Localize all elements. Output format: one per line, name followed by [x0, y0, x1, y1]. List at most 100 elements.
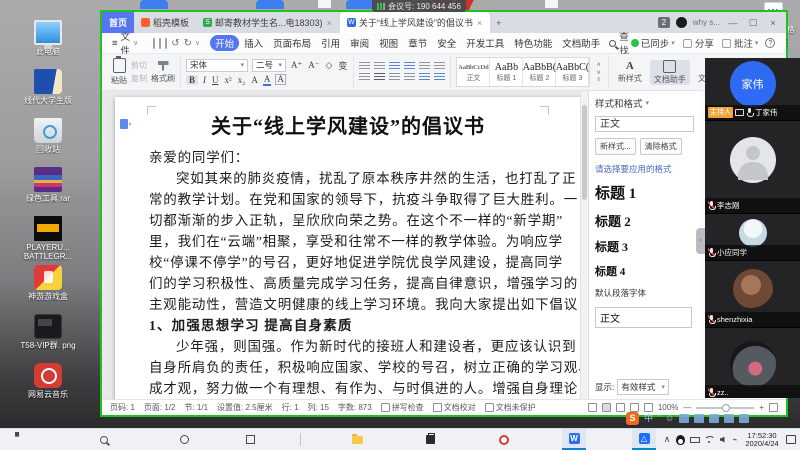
- participant-tile[interactable]: 家伟 主持人 丁家伟: [705, 58, 800, 120]
- sogou-icon[interactable]: S: [626, 412, 639, 425]
- voice-input-icon[interactable]: [679, 414, 689, 423]
- task-view-button[interactable]: [238, 429, 262, 450]
- bold-button[interactable]: B: [186, 75, 198, 85]
- notification-badge[interactable]: 2: [658, 17, 670, 28]
- cut-button[interactable]: 剪切: [131, 60, 147, 71]
- gallery-more-icon[interactable]: ≡: [596, 77, 600, 83]
- indent-increase-icon[interactable]: [404, 62, 415, 71]
- align-left-icon[interactable]: [359, 73, 370, 82]
- style-list-item[interactable]: 标题 3: [595, 238, 694, 255]
- clear-format-button[interactable]: 清除格式: [640, 138, 682, 155]
- soft-keyboard-icon[interactable]: [694, 414, 704, 423]
- help-icon[interactable]: ?: [765, 38, 775, 48]
- desktop-icon[interactable]: 神游游戏盒: [4, 265, 92, 310]
- menu-item[interactable]: 章节: [403, 35, 432, 51]
- indent-decrease-icon[interactable]: [389, 62, 400, 71]
- menu-item[interactable]: 文档助手: [557, 35, 605, 51]
- show-marks-icon[interactable]: [434, 62, 445, 71]
- status-tool-button[interactable]: 文档校对: [433, 402, 476, 413]
- style-list-item[interactable]: 标题 2: [595, 211, 694, 230]
- status-tool-button[interactable]: 文档未保护: [485, 402, 536, 413]
- share-button[interactable]: 分享: [682, 36, 714, 50]
- font-name-select[interactable]: 宋体 ▾: [186, 59, 248, 72]
- chevron-down-icon[interactable]: ▾: [646, 99, 650, 107]
- start-button[interactable]: [10, 429, 34, 450]
- sort-icon[interactable]: [419, 62, 430, 71]
- store-button[interactable]: [418, 429, 442, 450]
- browser-app-button[interactable]: [492, 429, 516, 450]
- taskbar-clock[interactable]: 17:52:30 2020/4/24: [742, 429, 782, 450]
- desktop-icon[interactable]: 线代大学生版: [4, 69, 92, 114]
- underline-button[interactable]: U: [211, 75, 220, 85]
- bookmark-icon[interactable]: [120, 119, 128, 129]
- doc-assistant-button[interactable]: 文档助手: [650, 60, 690, 85]
- scrollbar-thumb[interactable]: [582, 105, 587, 200]
- user-avatar[interactable]: [676, 17, 687, 28]
- wps-taskbar-button[interactable]: W: [562, 429, 586, 450]
- participant-tile[interactable]: 小应同学: [705, 214, 800, 260]
- redo-icon[interactable]: ↻: [184, 38, 192, 49]
- maximize-button[interactable]: ▢: [746, 17, 760, 28]
- edit-mode-icon[interactable]: [588, 403, 597, 412]
- justify-icon[interactable]: [404, 73, 415, 82]
- status-tool-button[interactable]: 拼写检查: [381, 402, 424, 413]
- menu-item[interactable]: 开始: [210, 35, 239, 51]
- undo-icon[interactable]: ↺: [171, 38, 179, 49]
- style-list-item[interactable]: 标题 4: [595, 263, 694, 279]
- participant-tile[interactable]: 李志刚: [705, 121, 800, 213]
- panel-handle[interactable]: ›: [696, 228, 705, 254]
- print-preview-icon[interactable]: [165, 38, 167, 49]
- close-tab-icon[interactable]: ×: [476, 18, 483, 28]
- action-center-button[interactable]: [784, 429, 798, 450]
- punctuation-icon[interactable]: ’: [658, 412, 660, 425]
- cortana-button[interactable]: [172, 429, 196, 450]
- sync-status[interactable]: 已同步 ▾: [631, 36, 675, 50]
- more-icon[interactable]: ⋮: [782, 38, 792, 49]
- increase-font-icon[interactable]: A⁺: [290, 60, 303, 71]
- style-preset[interactable]: AaBbC( 标题 3: [556, 58, 589, 86]
- menu-item[interactable]: 特色功能: [509, 35, 557, 51]
- zoom-in-icon[interactable]: +: [759, 403, 764, 412]
- font-color-button[interactable]: A: [263, 74, 272, 86]
- desktop-icon[interactable]: 网易云音乐: [4, 363, 92, 408]
- tray-qq-icon[interactable]: [674, 429, 687, 450]
- file-explorer-button[interactable]: [345, 429, 369, 450]
- close-tab-icon[interactable]: ×: [326, 18, 333, 28]
- style-list-item[interactable]: 默认段落字体: [595, 287, 694, 299]
- taskbar-search-button[interactable]: [92, 429, 116, 450]
- style-list-item[interactable]: 正文: [595, 307, 692, 328]
- document-page[interactable]: 关于“线上学风建设”的倡议书 亲爱的同学们： 突如其来的肺炎疫情，扰乱了原本秩序…: [115, 97, 580, 399]
- menu-item[interactable]: 引用: [316, 35, 345, 51]
- tray-expand-button[interactable]: ∧: [660, 429, 674, 450]
- find-button[interactable]: 查找: [609, 29, 629, 57]
- menu-item[interactable]: 审阅: [345, 35, 374, 51]
- document-scrollbar[interactable]: [580, 91, 588, 399]
- desktop-icon[interactable]: 此电脑: [4, 20, 92, 65]
- chevron-down-icon[interactable]: ∨: [195, 39, 200, 47]
- desktop-icon[interactable]: T58-VIP群. png: [4, 314, 92, 359]
- desktop-icon[interactable]: 回收站: [4, 118, 92, 163]
- meeting-top-bar[interactable]: 会议号: 190 644 456: [372, 0, 466, 12]
- gallery-down-icon[interactable]: ∨: [596, 69, 600, 76]
- print-icon[interactable]: [159, 38, 161, 49]
- page-view-icon[interactable]: [602, 403, 611, 412]
- file-menu[interactable]: ≡ 文件 ∨: [108, 29, 142, 57]
- desktop-icon[interactable]: PLAYERU... BATTLEGR...: [4, 216, 92, 261]
- participant-tile[interactable]: zz..: [705, 328, 800, 398]
- style-preset[interactable]: AaBb 标题 1: [490, 58, 523, 86]
- font-size-select[interactable]: 二号 ▾: [252, 59, 286, 72]
- new-style-button[interactable]: A 新样式: [614, 60, 646, 84]
- skin-icon[interactable]: [724, 414, 734, 423]
- meeting-taskbar-button[interactable]: △: [632, 429, 656, 450]
- clear-format-icon[interactable]: ◇: [325, 60, 334, 71]
- numbering-icon[interactable]: [374, 62, 385, 71]
- participant-tile[interactable]: shenzhixia: [705, 261, 800, 327]
- style-preset[interactable]: AaBbB( 标题 2: [523, 58, 556, 86]
- decrease-font-icon[interactable]: A⁻: [307, 60, 320, 71]
- tray-usb-icon[interactable]: ⌁: [729, 429, 741, 450]
- tray-network-icon[interactable]: [702, 429, 715, 450]
- emoji-icon[interactable]: ☺: [665, 412, 674, 425]
- style-list-item[interactable]: 标题 1: [595, 182, 694, 203]
- new-tab-button[interactable]: +: [490, 12, 507, 33]
- subscript-button[interactable]: x₂: [237, 75, 247, 85]
